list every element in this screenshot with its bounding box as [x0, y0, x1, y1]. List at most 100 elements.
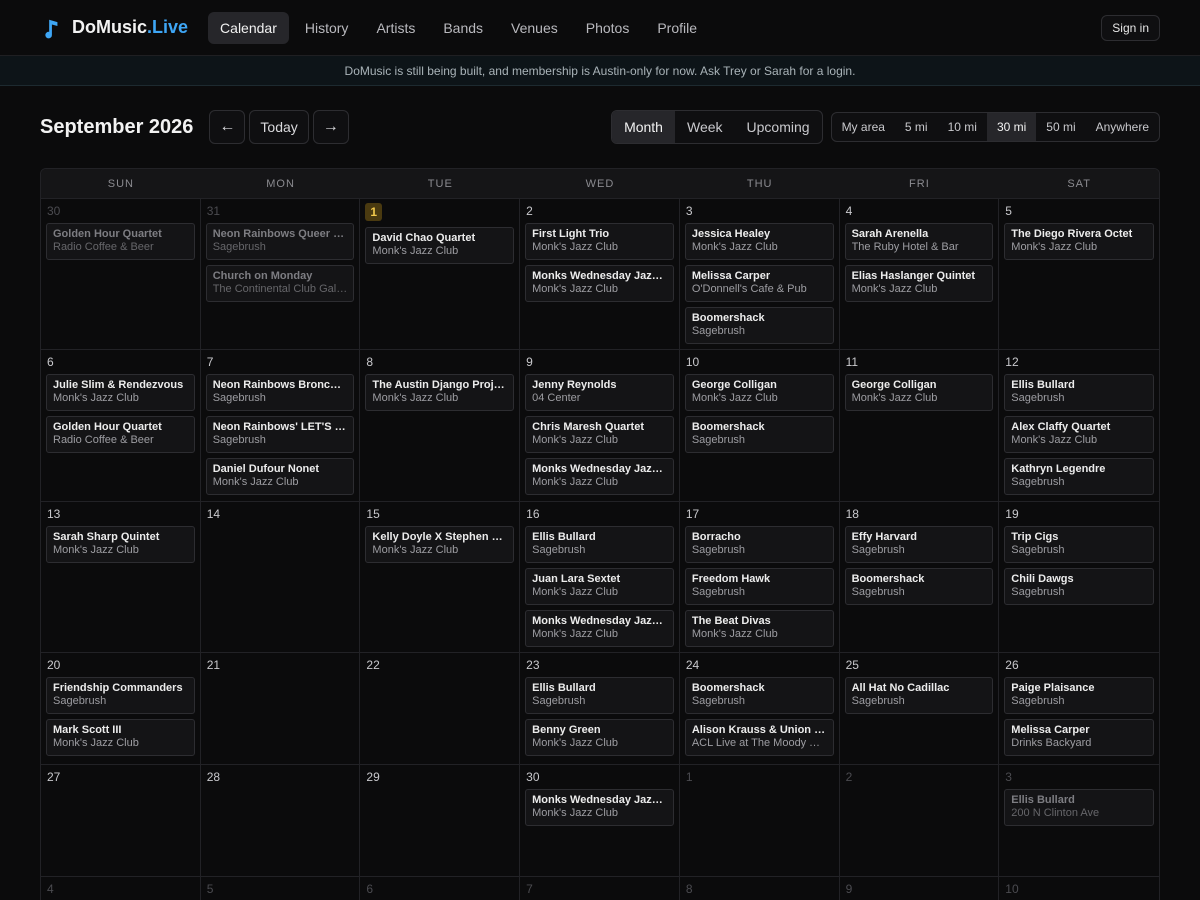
- event-card[interactable]: George Colligan Monk's Jazz Club: [684, 374, 834, 411]
- event-card[interactable]: Melissa Carper O'Donnell's Cafe & Pub: [684, 265, 834, 302]
- day-cell[interactable]: 2 First Light Trio Monk's Jazz Club Monks W…: [520, 199, 680, 349]
- event-card[interactable]: Ellis Bullard Sagebrush: [525, 526, 674, 563]
- day-cell[interactable]: 23 Ellis Bullard Sagebrush Benny Green Monk'…: [520, 653, 680, 764]
- event-card[interactable]: First Light Trio Monk's Jazz Club: [525, 223, 674, 260]
- event-card[interactable]: Mark Scott III Monk's Jazz Club: [46, 719, 195, 756]
- day-cell[interactable]: 27: [41, 765, 201, 876]
- day-cell[interactable]: 9 Jenny Reynolds 04 Center Chris Maresh Qua…: [520, 350, 680, 501]
- day-cell[interactable]: 18 Effy Harvard Sagebrush Boomershack Sagebr…: [840, 502, 1000, 652]
- day-cell[interactable]: 21: [201, 653, 361, 764]
- distance-option[interactable]: 5 mi: [895, 113, 938, 141]
- day-cell[interactable]: 29: [360, 765, 521, 876]
- event-card[interactable]: Neon Rainbows Broncos NightSagebrush: [205, 374, 355, 411]
- event-card[interactable]: Neon Rainbows Queer CountrySagebrush: [205, 223, 355, 260]
- day-cell[interactable]: 20 Friendship Commanders Sagebrush Mark Sco…: [41, 653, 201, 764]
- day-cell[interactable]: 31 Neon Rainbows Queer CountrySagebrush Ch…: [201, 199, 361, 349]
- day-cell[interactable]: 28: [201, 765, 361, 876]
- view-tab-upcoming[interactable]: Upcoming: [735, 111, 822, 143]
- day-cell[interactable]: 17 Borracho Sagebrush Freedom Hawk Sagebrush…: [680, 502, 840, 652]
- day-cell[interactable]: 6 Julie Slim & Rendezvous Monk's Jazz Club…: [41, 350, 201, 501]
- event-card[interactable]: Monks Wednesday Jazz JamMonk's Jazz Club: [525, 789, 674, 826]
- day-cell[interactable]: 8: [680, 877, 840, 900]
- day-cell[interactable]: 1: [680, 765, 840, 876]
- nav-item-calendar[interactable]: Calendar: [208, 11, 289, 44]
- event-card[interactable]: George Colligan Monk's Jazz Club: [844, 374, 994, 411]
- day-cell[interactable]: 26 Paige Plaisance Sagebrush Melissa Carper…: [999, 653, 1159, 764]
- event-card[interactable]: Church on Monday The Continental Club Gal…: [205, 265, 355, 302]
- event-card[interactable]: Juan Lara Sextet Monk's Jazz Club: [525, 568, 674, 605]
- event-card[interactable]: Chili Dawgs Sagebrush: [1004, 568, 1154, 605]
- nav-item-bands[interactable]: Bands: [431, 12, 495, 44]
- event-card[interactable]: Jenny Reynolds 04 Center: [525, 374, 674, 411]
- nav-item-artists[interactable]: Artists: [364, 12, 427, 44]
- event-card[interactable]: Elias Haslanger Quintet Monk's Jazz Club: [844, 265, 994, 302]
- event-card[interactable]: Golden Hour Quartet Radio Coffee & Beer: [46, 223, 195, 260]
- day-cell[interactable]: 14: [201, 502, 361, 652]
- event-card[interactable]: The Beat Divas Monk's Jazz Club: [684, 610, 834, 647]
- day-cell[interactable]: 7Neon Rainbows Broncos NightSagebrushNeo…: [201, 350, 361, 501]
- nav-item-history[interactable]: History: [293, 12, 361, 44]
- event-card[interactable]: The Austin Django Project Monk's Jazz Clu…: [365, 374, 515, 411]
- day-cell[interactable]: 3 Jessica Healey Monk's Jazz Club Melissa C…: [680, 199, 840, 349]
- event-card[interactable]: Ellis Bullard Sagebrush: [1004, 374, 1154, 411]
- distance-option[interactable]: Anywhere: [1086, 113, 1159, 141]
- day-cell[interactable]: 24 Boomershack Sagebrush Alison Krauss & Un…: [680, 653, 840, 764]
- event-card[interactable]: Paige Plaisance Sagebrush: [1004, 677, 1154, 714]
- day-cell[interactable]: 10 George Colligan Monk's Jazz Club Boomers…: [680, 350, 840, 501]
- event-card[interactable]: Julie Slim & Rendezvous Monk's Jazz Club: [46, 374, 195, 411]
- event-card[interactable]: Jessica Healey Monk's Jazz Club: [684, 223, 834, 260]
- event-card[interactable]: The Diego Rivera Octet Monk's Jazz Club: [1004, 223, 1154, 260]
- day-cell[interactable]: 5 The Diego Rivera Octet Monk's Jazz Club: [999, 199, 1159, 349]
- day-cell[interactable]: 30 Monks Wednesday Jazz JamMonk's Jazz Cl…: [520, 765, 680, 876]
- day-cell[interactable]: 4 Sarah Arenella The Ruby Hotel & Bar Elias…: [840, 199, 1000, 349]
- day-cell[interactable]: 4: [41, 877, 201, 900]
- nav-item-venues[interactable]: Venues: [499, 12, 570, 44]
- event-card[interactable]: Freedom Hawk Sagebrush: [684, 568, 834, 605]
- event-card[interactable]: Boomershack Sagebrush: [844, 568, 994, 605]
- day-cell[interactable]: 22: [360, 653, 521, 764]
- event-card[interactable]: Sarah Sharp Quintet Monk's Jazz Club: [46, 526, 195, 563]
- nav-item-profile[interactable]: Profile: [645, 12, 709, 44]
- event-card[interactable]: Friendship Commanders Sagebrush: [46, 677, 195, 714]
- event-card[interactable]: Effy Harvard Sagebrush: [844, 526, 994, 563]
- next-month-button[interactable]: →: [312, 110, 349, 144]
- event-card[interactable]: Boomershack Sagebrush: [684, 416, 834, 453]
- event-card[interactable]: Sarah Arenella The Ruby Hotel & Bar: [844, 223, 994, 260]
- day-cell[interactable]: 2: [840, 765, 1000, 876]
- day-cell[interactable]: 25 All Hat No Cadillac Sagebrush: [840, 653, 1000, 764]
- day-cell[interactable]: 15 Kelly Doyle X Stephen BarberMonk's Jaz…: [360, 502, 521, 652]
- event-card[interactable]: Kathryn Legendre Sagebrush: [1004, 458, 1154, 495]
- brand-logo[interactable]: DoMusic.Live: [40, 17, 188, 39]
- today-button[interactable]: Today: [249, 110, 309, 144]
- day-cell[interactable]: 12 Ellis Bullard Sagebrush Alex Claffy Quar…: [999, 350, 1159, 501]
- event-card[interactable]: Boomershack Sagebrush: [684, 677, 834, 714]
- day-cell[interactable]: 5: [201, 877, 361, 900]
- event-card[interactable]: Daniel Dufour Nonet Monk's Jazz Club: [205, 458, 355, 495]
- event-card[interactable]: Alison Krauss & Union StationACL Live at…: [684, 719, 834, 756]
- day-cell[interactable]: 30 Golden Hour Quartet Radio Coffee & Beer: [41, 199, 201, 349]
- day-cell[interactable]: 6: [360, 877, 521, 900]
- distance-option[interactable]: 50 mi: [1036, 113, 1085, 141]
- day-cell[interactable]: 3 Ellis Bullard 200 N Clinton Ave: [999, 765, 1159, 876]
- event-card[interactable]: Monks Wednesday Jazz JamMonk's Jazz Club: [525, 265, 674, 302]
- distance-option[interactable]: 10 mi: [938, 113, 987, 141]
- view-tab-week[interactable]: Week: [675, 111, 735, 143]
- event-card[interactable]: Monks Wednesday Jazz JamMonk's Jazz Club: [525, 610, 674, 647]
- distance-option[interactable]: 30 mi: [986, 113, 1037, 141]
- day-cell[interactable]: 11 George Colligan Monk's Jazz Club: [840, 350, 1000, 501]
- nav-item-photos[interactable]: Photos: [574, 12, 642, 44]
- day-cell[interactable]: 16 Ellis Bullard Sagebrush Juan Lara Sextet…: [520, 502, 680, 652]
- event-card[interactable]: Melissa Carper Drinks Backyard: [1004, 719, 1154, 756]
- event-card[interactable]: Ellis Bullard Sagebrush: [525, 677, 674, 714]
- event-card[interactable]: Boomershack Sagebrush: [684, 307, 834, 344]
- sign-in-button[interactable]: Sign in: [1101, 14, 1160, 41]
- event-card[interactable]: Ellis Bullard 200 N Clinton Ave: [1004, 789, 1154, 826]
- prev-month-button[interactable]: ←: [209, 110, 246, 144]
- event-card[interactable]: Kelly Doyle X Stephen BarberMonk's Jazz …: [365, 526, 515, 563]
- event-card[interactable]: David Chao Quartet Monk's Jazz Club: [365, 227, 515, 264]
- event-card[interactable]: Benny Green Monk's Jazz Club: [525, 719, 674, 756]
- day-cell[interactable]: 19 Trip Cigs Sagebrush Chili Dawgs Sagebrush: [999, 502, 1159, 652]
- view-tab-month[interactable]: Month: [612, 111, 675, 143]
- event-card[interactable]: Alex Claffy Quartet Monk's Jazz Club: [1004, 416, 1154, 453]
- event-card[interactable]: Golden Hour Quartet Radio Coffee & Beer: [46, 416, 195, 453]
